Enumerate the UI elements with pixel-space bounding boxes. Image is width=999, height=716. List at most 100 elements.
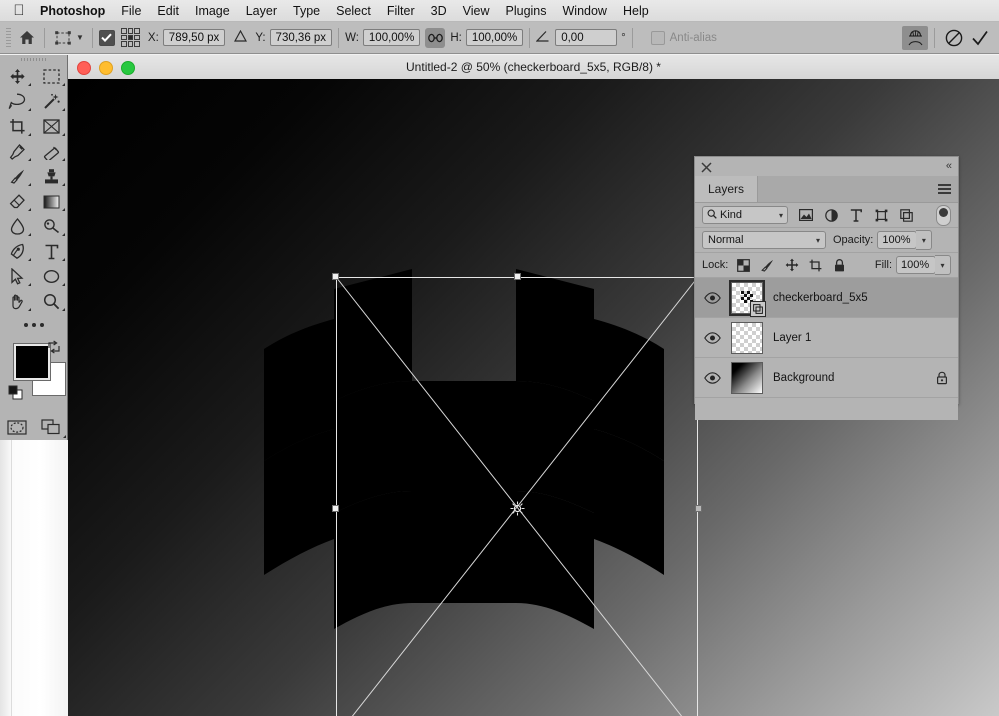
commit-transform-icon[interactable] [967, 26, 993, 50]
ref-br[interactable] [134, 41, 140, 47]
layer-visibility-toggle[interactable] [695, 278, 729, 318]
type-layer-filter-icon[interactable] [848, 207, 864, 223]
lock-transparency-icon[interactable] [736, 258, 751, 273]
ref-mc[interactable] [127, 34, 134, 41]
pen-tool[interactable] [0, 239, 34, 264]
lock-icon[interactable] [934, 370, 950, 386]
transform-handle-top-center[interactable] [514, 273, 521, 280]
layer-row-layer1[interactable]: Layer 1 [695, 318, 958, 358]
ref-mr[interactable] [134, 34, 140, 41]
transform-handle-middle-right[interactable] [695, 505, 702, 512]
ref-tr[interactable] [134, 28, 140, 34]
screen-mode-icon[interactable] [34, 414, 68, 440]
layer-name[interactable]: Layer 1 [773, 332, 950, 344]
layer-kind-filter[interactable]: Kind ▾ [702, 206, 788, 224]
menu-image[interactable]: Image [187, 0, 238, 22]
opacity-input[interactable]: 100% [877, 231, 918, 249]
adjustment-layer-filter-icon[interactable] [823, 207, 839, 223]
tool-preset-picker[interactable]: ▼ [51, 29, 86, 47]
transform-bounding-box[interactable] [332, 273, 702, 716]
menu-edit[interactable]: Edit [149, 0, 187, 22]
quick-mask-icon[interactable] [0, 414, 34, 440]
home-icon[interactable] [16, 27, 38, 49]
dodge-tool[interactable] [34, 214, 68, 239]
menu-3d[interactable]: 3D [423, 0, 455, 22]
close-icon[interactable] [701, 160, 713, 173]
tab-layers[interactable]: Layers [695, 176, 759, 202]
filter-toggle-switch[interactable] [936, 204, 951, 226]
layer-visibility-toggle[interactable] [695, 358, 729, 398]
default-colors-icon[interactable] [8, 385, 23, 400]
menu-filter[interactable]: Filter [379, 0, 423, 22]
layer-row-background[interactable]: Background [695, 358, 958, 398]
eyedropper-tool[interactable] [0, 139, 34, 164]
eraser-tool[interactable] [0, 189, 34, 214]
menu-help[interactable]: Help [615, 0, 657, 22]
opacity-stepper[interactable]: ▾ [916, 230, 933, 250]
zoom-tool[interactable] [34, 289, 68, 314]
magic-wand-tool[interactable] [34, 89, 68, 114]
menu-type[interactable]: Type [285, 0, 328, 22]
layer-name[interactable]: checkerboard_5x5 [773, 292, 950, 304]
canvas-area[interactable]: « Layers Kind ▾ Normal ▾ Opacity: 100% ▾… [68, 79, 999, 716]
warp-icon[interactable] [902, 25, 928, 50]
smart-object-filter-icon[interactable] [898, 207, 914, 223]
cancel-transform-icon[interactable] [941, 26, 967, 50]
w-input[interactable]: 100,00% [362, 29, 421, 46]
transform-handle-top-left[interactable] [332, 273, 339, 280]
clone-stamp-tool[interactable] [34, 164, 68, 189]
shape-layer-filter-icon[interactable] [873, 207, 889, 223]
foreground-color-swatch[interactable] [14, 344, 50, 380]
options-bar-grip[interactable] [6, 27, 11, 48]
blend-mode-select[interactable]: Normal ▾ [702, 231, 826, 249]
apple-menu-icon[interactable]:  [8, 3, 30, 19]
path-selection-tool[interactable] [0, 264, 34, 289]
lock-image-pixels-icon[interactable] [760, 258, 775, 273]
fill-input[interactable]: 100% [896, 256, 936, 274]
lock-position-icon[interactable] [784, 258, 799, 273]
frame-tool[interactable] [34, 114, 68, 139]
ref-tl[interactable] [120, 28, 127, 34]
ref-bl[interactable] [120, 41, 127, 47]
ref-tc[interactable] [127, 28, 134, 34]
layer-thumbnail[interactable] [729, 360, 765, 396]
type-tool[interactable] [34, 239, 68, 264]
layer-thumbnail[interactable] [729, 279, 766, 317]
menu-window[interactable]: Window [555, 0, 615, 22]
reference-point-grid[interactable] [120, 28, 140, 47]
menu-photoshop[interactable]: Photoshop [32, 0, 113, 22]
layer-row-checkerboard[interactable]: checkerboard_5x5 [695, 278, 958, 318]
swap-colors-icon[interactable] [47, 340, 61, 354]
gradient-tool[interactable] [34, 189, 68, 214]
menu-plugins[interactable]: Plugins [498, 0, 555, 22]
h-input[interactable]: 100,00% [465, 29, 524, 46]
transform-reference-point[interactable] [510, 501, 525, 516]
transform-handle-middle-left[interactable] [332, 505, 339, 512]
document-title-bar[interactable]: Untitled-2 @ 50% (checkerboard_5x5, RGB/… [68, 55, 999, 80]
brush-tool[interactable] [0, 164, 34, 189]
menu-file[interactable]: File [113, 0, 149, 22]
panel-menu-icon[interactable] [938, 184, 951, 194]
rectangular-marquee-tool[interactable] [34, 64, 68, 89]
layer-name[interactable]: Background [773, 372, 934, 384]
crop-tool[interactable] [0, 114, 34, 139]
lock-all-icon[interactable] [832, 258, 847, 273]
tools-panel-grip[interactable] [0, 55, 67, 64]
x-input[interactable]: 789,50 px [162, 29, 226, 46]
more-tools-icon[interactable] [0, 314, 67, 336]
layer-visibility-toggle[interactable] [695, 318, 729, 358]
angle-input[interactable]: 0,00 [555, 29, 618, 46]
layer-thumbnail[interactable] [729, 320, 765, 356]
lock-artboard-nesting-icon[interactable] [808, 258, 823, 273]
toggle-reference-point-checkbox[interactable] [98, 29, 115, 46]
lasso-tool[interactable] [0, 89, 34, 114]
pixel-layer-filter-icon[interactable] [798, 207, 814, 223]
y-input[interactable]: 730,36 px [269, 29, 333, 46]
spot-healing-brush-tool[interactable] [34, 139, 68, 164]
ref-bc[interactable] [127, 41, 134, 47]
menu-view[interactable]: View [455, 0, 498, 22]
fill-stepper[interactable]: ▾ [935, 255, 951, 275]
hand-tool[interactable] [0, 289, 34, 314]
link-icon[interactable] [425, 27, 446, 48]
ellipse-tool[interactable] [34, 264, 68, 289]
